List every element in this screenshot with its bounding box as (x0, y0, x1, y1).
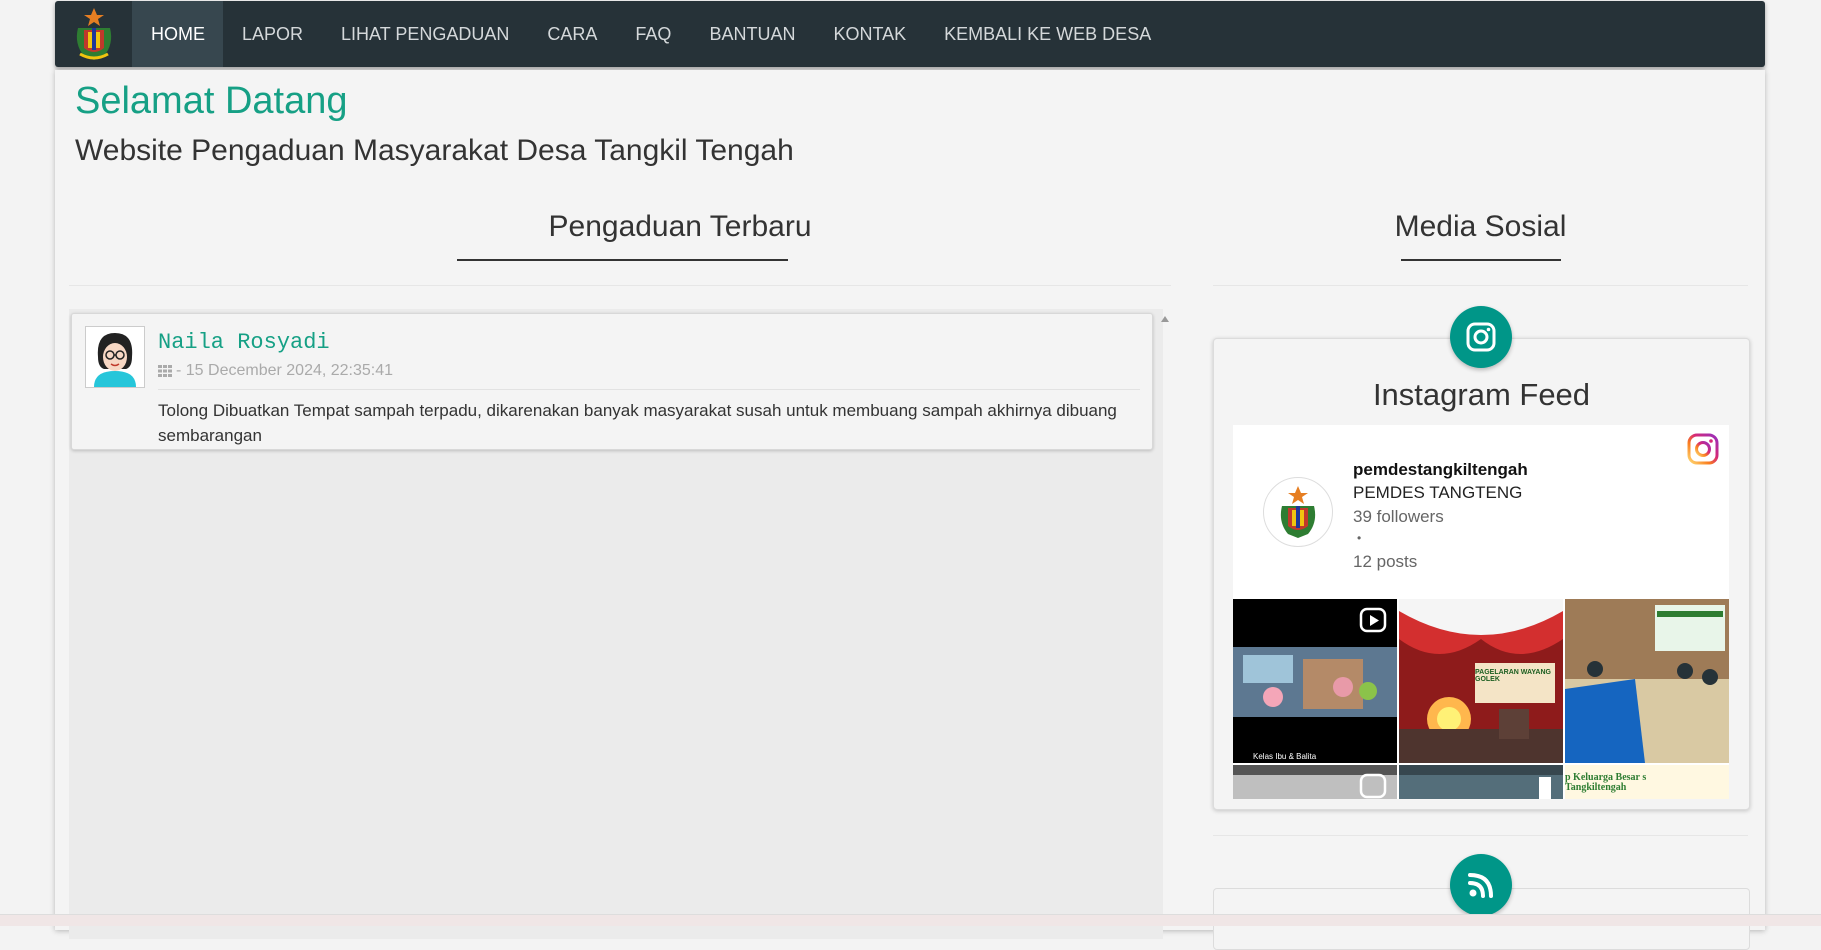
instagram-icon[interactable] (1450, 306, 1512, 368)
nav-lihat-pengaduan[interactable]: LIHAT PENGADUAN (322, 1, 528, 67)
avatar (85, 326, 145, 388)
social-media-heading: Media Sosial (1394, 210, 1567, 243)
top-navbar: HOME LAPOR LIHAT PENGADUAN CARA FAQ BANT… (55, 1, 1765, 67)
nav-faq[interactable]: FAQ (616, 1, 690, 67)
card-divider (158, 389, 1140, 390)
crest-icon (76, 8, 111, 60)
latest-reports-heading: Pengaduan Terbaru (548, 210, 812, 243)
thumbnail-caption: PAGELARAN WAYANG GOLEK (1475, 669, 1551, 683)
divider (1213, 285, 1748, 286)
instagram-username[interactable]: pemdestangkiltengah (1353, 460, 1528, 480)
heading-underline (457, 259, 788, 261)
rss-icon[interactable] (1450, 854, 1512, 916)
nav-cara[interactable]: CARA (528, 1, 616, 67)
posts-count: 12 posts (1353, 552, 1418, 571)
reporter-name[interactable]: Naila Rosyadi (158, 330, 330, 355)
instagram-widget[interactable]: pemdestangkiltengah PEMDES TANGTENG 39 f… (1233, 425, 1729, 799)
profile-picture[interactable] (1263, 477, 1333, 547)
nav-lapor[interactable]: LAPOR (223, 1, 322, 67)
instagram-fullname: PEMDES TANGTENG (1353, 483, 1523, 502)
instagram-post-thumbnail[interactable]: Kelas Ibu & Balita (1233, 599, 1397, 763)
page-title: Selamat Datang (75, 80, 348, 122)
user-avatar-icon (86, 327, 144, 387)
followers-count: 39 followers (1353, 507, 1444, 526)
stats-separator: • (1357, 531, 1362, 545)
village-logo[interactable] (55, 1, 132, 67)
instagram-post-thumbnail[interactable] (1233, 765, 1397, 799)
instagram-post-thumbnail[interactable] (1399, 765, 1563, 799)
instagram-feed-title: Instagram Feed (1372, 377, 1591, 412)
instagram-feed-box: Instagram Feed pemdestangkiltengah PEMDE… (1213, 338, 1750, 810)
divider (69, 285, 1171, 286)
scroll-up-arrow-icon[interactable] (1161, 316, 1169, 322)
report-text: Tolong Dibuatkan Tempat sampah terpadu, … (158, 401, 1117, 445)
grid-icon (158, 365, 172, 377)
crest-icon (1280, 486, 1316, 538)
main-content: Selamat Datang Website Pengaduan Masyara… (55, 70, 1765, 950)
browser-bottom-bar (0, 914, 1821, 926)
nav-kontak[interactable]: KONTAK (814, 1, 925, 67)
divider (1213, 835, 1748, 836)
nav-bantuan[interactable]: BANTUAN (690, 1, 814, 67)
report-card[interactable]: Naila Rosyadi - 15 December 2024, 22:35:… (71, 313, 1153, 450)
instagram-post-thumbnail[interactable]: p Keluarga Besar s Tangkiltengah (1565, 765, 1729, 799)
nav-home[interactable]: HOME (132, 1, 223, 67)
instagram-post-thumbnail[interactable]: PAGELARAN WAYANG GOLEK (1399, 599, 1563, 763)
thumbnail-caption: Kelas Ibu & Balita (1253, 752, 1317, 761)
nav-kembali-web-desa[interactable]: KEMBALI KE WEB DESA (925, 1, 1170, 67)
report-meta: - 15 December 2024, 22:35:41 (158, 362, 393, 380)
thumbnail-caption: p Keluarga Besar s Tangkiltengah (1565, 772, 1647, 793)
page-subtitle: Website Pengaduan Masyarakat Desa Tangki… (75, 134, 794, 167)
report-date: - 15 December 2024, 22:35:41 (176, 362, 394, 379)
heading-underline (1401, 259, 1561, 261)
instagram-post-thumbnail[interactable] (1565, 599, 1729, 763)
instagram-logo-icon[interactable] (1687, 433, 1719, 470)
